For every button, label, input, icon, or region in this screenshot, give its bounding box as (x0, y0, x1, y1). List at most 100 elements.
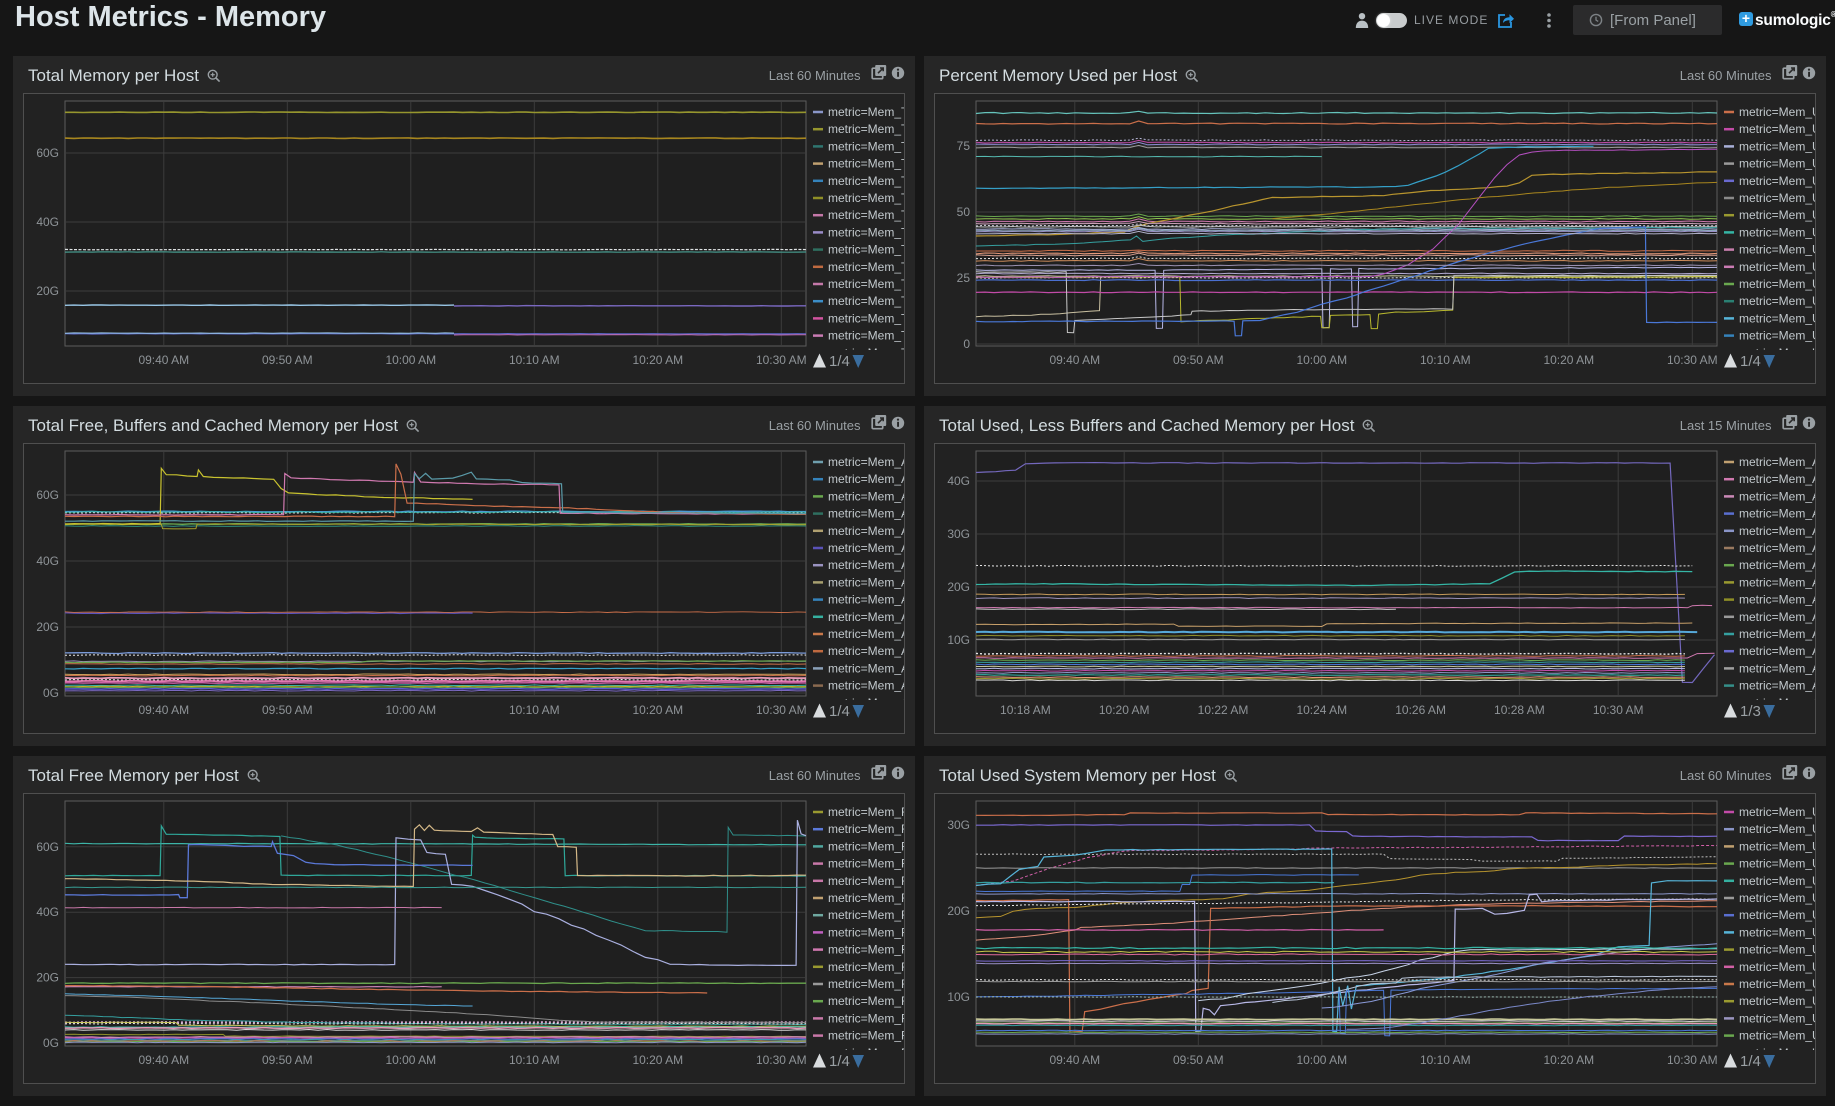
svg-text:09:50 AM: 09:50 AM (1173, 1053, 1224, 1067)
svg-text:metric=Mem_U: metric=Mem_U (1739, 839, 1816, 853)
svg-text:10:30 AM: 10:30 AM (1667, 353, 1718, 367)
svg-text:metric=Mem_U: metric=Mem_U (1739, 891, 1816, 905)
svg-text:10:30 AM: 10:30 AM (756, 353, 807, 367)
svg-text:metric=Mem_T: metric=Mem_T (828, 294, 905, 308)
svg-text:40G: 40G (36, 905, 59, 919)
svg-text:10:10 AM: 10:10 AM (1420, 1053, 1471, 1067)
svg-text:metric=Mem_U: metric=Mem_U (1739, 822, 1816, 836)
svg-text:metric=Mem_A: metric=Mem_A (1739, 644, 1816, 658)
svg-text:20G: 20G (36, 284, 59, 298)
svg-text:metric=Mem_U: metric=Mem_U (1739, 139, 1816, 153)
svg-text:metric=Mem_F: metric=Mem_F (828, 960, 905, 974)
svg-text:metric=Mem_T: metric=Mem_T (828, 191, 905, 205)
svg-text:metric=Mem_U: metric=Mem_U (1739, 105, 1816, 119)
svg-text:09:40 AM: 09:40 AM (138, 353, 189, 367)
svg-text:60G: 60G (36, 488, 59, 502)
svg-text:10:10 AM: 10:10 AM (509, 1053, 560, 1067)
svg-text:metric=Mem_A: metric=Mem_A (1739, 593, 1816, 607)
svg-text:metric=Mem_F: metric=Mem_F (828, 857, 905, 871)
svg-text:metric=Mem_F: metric=Mem_F (828, 891, 905, 905)
svg-text:metric=Mem_A: metric=Mem_A (1739, 627, 1816, 641)
svg-text:metric=Mem_F: metric=Mem_F (828, 943, 905, 957)
svg-text:40G: 40G (947, 474, 970, 488)
svg-text:metric=Mem_F: metric=Mem_F (828, 874, 905, 888)
svg-text:1/4: 1/4 (829, 353, 850, 370)
svg-text:metric=Mem_A: metric=Mem_A (828, 558, 905, 572)
svg-text:metric=Mem_T: metric=Mem_T (828, 208, 905, 222)
svg-text:10:20 AM: 10:20 AM (632, 1053, 683, 1067)
svg-text:metric=Mem_U: metric=Mem_U (1739, 1029, 1816, 1043)
svg-text:10:20 AM: 10:20 AM (632, 703, 683, 717)
svg-text:metric=Mem_A: metric=Mem_A (828, 593, 905, 607)
svg-text:09:40 AM: 09:40 AM (1049, 1053, 1100, 1067)
svg-text:10:26 AM: 10:26 AM (1395, 703, 1446, 717)
svg-text:metric=Mem_U: metric=Mem_U (1739, 260, 1816, 274)
svg-text:metric=Mem_A: metric=Mem_A (828, 507, 905, 521)
svg-text:1/4: 1/4 (1740, 1053, 1761, 1070)
svg-text:20G: 20G (947, 904, 970, 918)
svg-text:60G: 60G (36, 146, 59, 160)
svg-text:40G: 40G (36, 554, 59, 568)
svg-text:metric=Mem_A: metric=Mem_A (1739, 661, 1816, 675)
svg-text:50: 50 (957, 205, 971, 219)
svg-text:20G: 20G (947, 580, 970, 594)
svg-text:metric=Mem_A: metric=Mem_A (828, 679, 905, 693)
svg-text:09:40 AM: 09:40 AM (1049, 353, 1100, 367)
svg-text:metric=Mem_T: metric=Mem_T (828, 225, 905, 239)
svg-text:metric=Mem_A: metric=Mem_A (828, 455, 905, 469)
svg-text:metric=Mem_F: metric=Mem_F (828, 994, 905, 1008)
svg-text:metric=Mem_A: metric=Mem_A (828, 524, 905, 538)
svg-text:metric=Mem_F: metric=Mem_F (828, 1011, 905, 1025)
svg-text:metric=Mem_A: metric=Mem_A (828, 541, 905, 555)
svg-text:metric=Mem_U: metric=Mem_U (1739, 157, 1816, 171)
svg-text:10:00 AM: 10:00 AM (1296, 1053, 1347, 1067)
svg-text:metric=Mem_T: metric=Mem_T (828, 260, 905, 274)
svg-text:metric=Mem_A: metric=Mem_A (1739, 679, 1816, 693)
svg-text:metric=Mem_A: metric=Mem_A (828, 610, 905, 624)
svg-text:metric=Mem_T: metric=Mem_T (828, 105, 905, 119)
svg-text:metric=Mem_A: metric=Mem_A (828, 627, 905, 641)
svg-text:09:40 AM: 09:40 AM (138, 1053, 189, 1067)
svg-text:metric=Mem_A: metric=Mem_A (1739, 507, 1816, 521)
svg-text:10:00 AM: 10:00 AM (385, 353, 436, 367)
svg-text:0G: 0G (43, 1036, 59, 1050)
svg-text:10:20 AM: 10:20 AM (1099, 703, 1150, 717)
svg-text:10:10 AM: 10:10 AM (1420, 353, 1471, 367)
svg-text:0G: 0G (43, 686, 59, 700)
svg-text:metric=Mem_T: metric=Mem_T (828, 329, 905, 343)
svg-text:metric=Mem_T: metric=Mem_T (828, 157, 905, 171)
svg-text:metric=Mem_T: metric=Mem_T (828, 122, 905, 136)
svg-text:metric=Mem_U: metric=Mem_U (1739, 174, 1816, 188)
svg-text:metric=Mem_A: metric=Mem_A (1739, 575, 1816, 589)
svg-text:metric=Mem_U: metric=Mem_U (1739, 994, 1816, 1008)
svg-text:metric=Mem_A: metric=Mem_A (828, 489, 905, 503)
svg-text:metric=Mem_T: metric=Mem_T (828, 243, 905, 257)
svg-text:10G: 10G (947, 633, 970, 647)
svg-text:09:50 AM: 09:50 AM (1173, 353, 1224, 367)
svg-text:metric=Mem_U: metric=Mem_U (1739, 243, 1816, 257)
svg-text:metric=Mem_U: metric=Mem_U (1739, 191, 1816, 205)
svg-text:30G: 30G (947, 818, 970, 832)
svg-text:metric=Mem_F: metric=Mem_F (828, 1029, 905, 1043)
svg-text:09:50 AM: 09:50 AM (262, 703, 313, 717)
svg-text:10:20 AM: 10:20 AM (1543, 1053, 1594, 1067)
svg-text:metric=Mem_U: metric=Mem_U (1739, 943, 1816, 957)
svg-text:25: 25 (957, 271, 971, 285)
svg-text:metric=Mem_T: metric=Mem_T (828, 139, 905, 153)
svg-text:metric=Mem_U: metric=Mem_U (1739, 908, 1816, 922)
svg-text:metric=Mem_U: metric=Mem_U (1739, 277, 1816, 291)
svg-text:75: 75 (957, 139, 971, 153)
svg-text:metric=Mem_U: metric=Mem_U (1739, 122, 1816, 136)
svg-text:metric=Mem_A: metric=Mem_A (828, 644, 905, 658)
svg-text:09:50 AM: 09:50 AM (262, 353, 313, 367)
svg-text:metric=Mem_U: metric=Mem_U (1739, 311, 1816, 325)
svg-text:metric=Mem_A: metric=Mem_A (1739, 610, 1816, 624)
svg-text:metric=Mem_U: metric=Mem_U (1739, 329, 1816, 343)
svg-text:10:20 AM: 10:20 AM (1543, 353, 1594, 367)
svg-text:metric=Mem_A: metric=Mem_A (828, 472, 905, 486)
svg-text:1/4: 1/4 (829, 703, 850, 720)
svg-text:metric=Mem_A: metric=Mem_A (1739, 541, 1816, 555)
svg-text:metric=Mem_U: metric=Mem_U (1739, 960, 1816, 974)
svg-text:metric=Mem_T: metric=Mem_T (828, 174, 905, 188)
svg-text:10:20 AM: 10:20 AM (632, 353, 683, 367)
